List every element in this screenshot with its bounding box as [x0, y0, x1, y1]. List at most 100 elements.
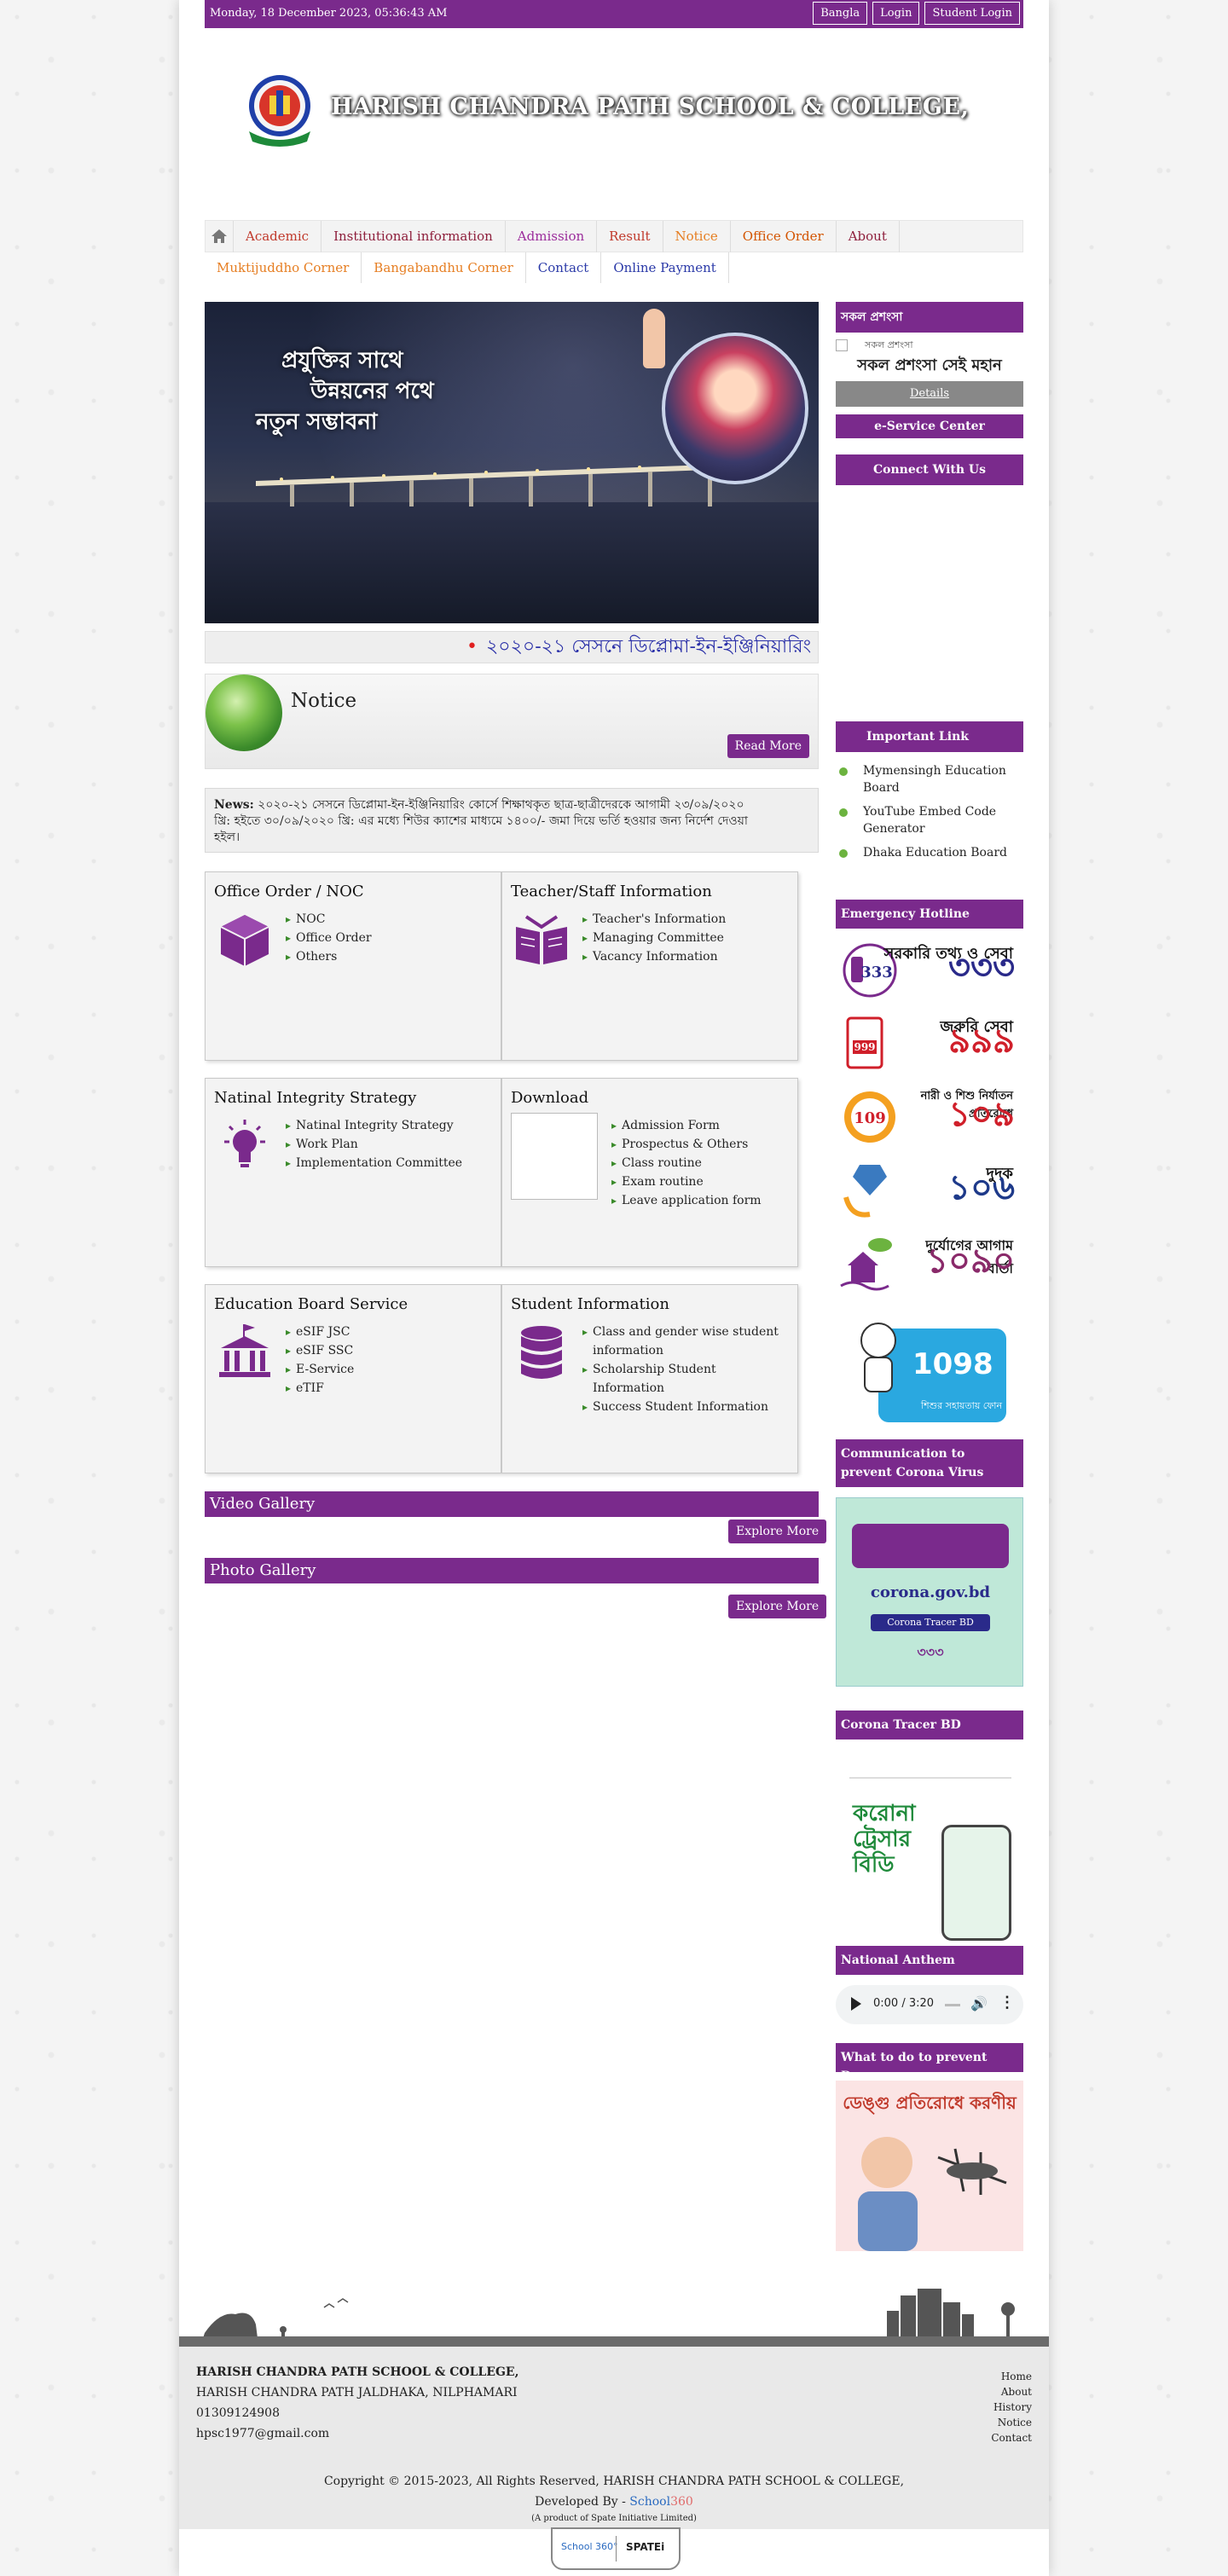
- child-helpline-number: 1098: [912, 1347, 993, 1381]
- link-dhaka-board[interactable]: Dhaka Education Board: [836, 844, 1023, 861]
- footer-developer: Developed By - School360: [179, 2492, 1049, 2512]
- panel-title: Download: [511, 1089, 589, 1107]
- footer-phone: 01309124908: [196, 2406, 280, 2420]
- emergency-service-icon: 999: [846, 1016, 883, 1069]
- student-login-button[interactable]: Student Login: [924, 2, 1020, 25]
- menu-admission[interactable]: Admission: [506, 220, 598, 252]
- list-item-etif[interactable]: eTIF: [286, 1379, 490, 1398]
- slogan-line-3: নতুন সম্ভাবনা: [256, 409, 378, 435]
- eservice-center-header[interactable]: e-Service Center: [836, 414, 1023, 438]
- menu-about[interactable]: About: [837, 220, 900, 252]
- footer-email[interactable]: hpsc1977@gmail.com: [196, 2423, 518, 2444]
- list-item-class-gender[interactable]: Class and gender wise student informatio…: [582, 1323, 787, 1360]
- child-helpline-caption: শিশুর সহায়তায় ফোন: [921, 1400, 1003, 1411]
- praise-header: সকল প্রশংসা: [836, 302, 1023, 333]
- developer-brand-badge[interactable]: School 360° SPATEi: [551, 2527, 681, 2570]
- volume-icon[interactable]: 🔊: [970, 1995, 988, 2012]
- hotline-333-number: ৩৩৩: [947, 947, 1015, 987]
- hotline-106[interactable]: দুদক ১০৬: [836, 1158, 1023, 1221]
- menu-result[interactable]: Result: [597, 220, 663, 252]
- list-item-office-order[interactable]: Office Order: [286, 929, 490, 947]
- menu-office-order[interactable]: Office Order: [731, 220, 837, 252]
- video-explore-button[interactable]: Explore More: [728, 1520, 827, 1543]
- home-icon[interactable]: [206, 220, 234, 252]
- play-icon[interactable]: [851, 1997, 861, 2011]
- list-item-scholarship[interactable]: Scholarship Student Information: [582, 1360, 787, 1398]
- details-button[interactable]: Details: [836, 381, 1023, 407]
- developer-link-school[interactable]: School: [629, 2495, 670, 2509]
- list-item-esif-ssc[interactable]: eSIF SSC: [286, 1341, 490, 1360]
- anthem-time: 0:00 / 3:20: [873, 1997, 935, 2010]
- list-item-exam-routine[interactable]: Exam routine: [611, 1172, 791, 1191]
- footer-link-contact[interactable]: Contact: [991, 2430, 1032, 2446]
- list-item-noc[interactable]: NOC: [286, 910, 490, 929]
- tracer-brand-text: করোনা ট্রেসার বিডি: [853, 1801, 916, 1878]
- bangla-button[interactable]: Bangla: [813, 2, 868, 25]
- waving-hand: [643, 309, 665, 368]
- list-item-success[interactable]: Success Student Information: [582, 1398, 787, 1416]
- list-item-class-routine[interactable]: Class routine: [611, 1154, 791, 1172]
- list-item-implementation-committee[interactable]: Implementation Committee: [286, 1154, 490, 1172]
- menu-contact[interactable]: Contact: [526, 252, 602, 283]
- list-item-esif-jsc[interactable]: eSIF JSC: [286, 1323, 490, 1341]
- school-name: HARISH CHANDRA PATH SCHOOL & COLLEGE,: [331, 94, 970, 120]
- hotline-999[interactable]: 999 জরুরি সেবা ৯৯৯: [836, 1011, 1023, 1074]
- anti-corruption-icon: [843, 1165, 887, 1218]
- hotline-109-number: ১০৯: [948, 1094, 1015, 1134]
- list-item-admission-form[interactable]: Admission Form: [611, 1116, 791, 1135]
- list-item-others[interactable]: Others: [286, 947, 490, 966]
- hotline-109[interactable]: 109 নারী ও শিশু নির্যাতন প্রতিরোধে ১০৯: [836, 1085, 1023, 1148]
- link-youtube-embed[interactable]: YouTube Embed Code Generator: [836, 803, 1023, 837]
- menu-institutional-information[interactable]: Institutional information: [321, 220, 506, 252]
- footer-copyright: Copyright © 2015-2023, All Rights Reserv…: [323, 2475, 905, 2488]
- menu-academic[interactable]: Academic: [234, 220, 322, 252]
- marquee-bullet: •: [466, 636, 478, 657]
- hotline-333[interactable]: 333 সরকারি তথ্য ও সেবা ৩৩৩: [836, 938, 1023, 1001]
- list-item-managing-committee[interactable]: Managing Committee: [582, 929, 787, 947]
- footer-school-name: HARISH CHANDRA PATH SCHOOL & COLLEGE,: [196, 2365, 519, 2379]
- list-item-leave-application[interactable]: Leave application form: [611, 1191, 791, 1210]
- hotline-1090[interactable]: দুর্যোগের আগাম বার্তা ১০৯০: [836, 1231, 1023, 1294]
- dengue-poster[interactable]: ডেঙ্গু প্রতিরোধে করণীয়: [836, 2081, 1023, 2251]
- news-text[interactable]: ২০২০-২১ সেসনে ডিপ্লোমা-ইন-ইঞ্জিনিয়ারিং …: [214, 798, 748, 844]
- menu-notice[interactable]: Notice: [663, 220, 731, 252]
- list-item-vacancy[interactable]: Vacancy Information: [582, 947, 787, 966]
- notice-read-more-button[interactable]: Read More: [727, 734, 809, 758]
- cube-icon: [220, 915, 269, 966]
- corona-site-text: corona.gov.bd: [870, 1583, 991, 1601]
- seek-bar[interactable]: [945, 2004, 960, 2006]
- office-order-list: NOC Office Order Others: [286, 910, 490, 966]
- photo-explore-button[interactable]: Explore More: [728, 1595, 827, 1618]
- footer-links: Home About History Notice Contact: [991, 2369, 1032, 2446]
- list-item-teachers-info[interactable]: Teacher's Information: [582, 910, 787, 929]
- menu-muktijuddho-corner[interactable]: Muktijuddho Corner: [205, 252, 362, 283]
- corona-app-badge: Corona Tracer BD: [871, 1614, 990, 1631]
- tracer-top-text: [849, 1751, 1011, 1779]
- corona-poster[interactable]: corona.gov.bd Corona Tracer BD ৩৩৩: [836, 1497, 1023, 1687]
- list-item-prospectus[interactable]: Prospectus & Others: [611, 1135, 791, 1154]
- school-logo[interactable]: [244, 73, 316, 148]
- footer-address: HARISH CHANDRA PATH JALDHAKA, NILPHAMARI: [196, 2386, 518, 2399]
- secondary-menu: Muktijuddho Corner Bangabandhu Corner Co…: [205, 252, 1023, 283]
- footer-address-block: HARISH CHANDRA PATH SCHOOL & COLLEGE, HA…: [196, 2362, 518, 2444]
- corona-tracer-image[interactable]: করোনা ট্রেসার বিডি: [836, 1748, 1023, 1941]
- connect-with-us-header[interactable]: Connect With Us: [836, 454, 1023, 485]
- banner-slider[interactable]: প্রযুক্তির সাথে উন্নয়নের পথে নতুন সম্ভা…: [205, 302, 819, 623]
- login-button[interactable]: Login: [872, 2, 920, 25]
- anthem-audio-player[interactable]: 0:00 / 3:20 🔊 ⋮: [836, 1985, 1023, 2024]
- developer-link-360[interactable]: 360: [670, 2495, 693, 2509]
- link-mymensingh-board[interactable]: Mymensingh Education Board: [836, 762, 1023, 796]
- list-item-integrity-strategy[interactable]: Natinal Integrity Strategy: [286, 1116, 490, 1135]
- footer-link-history[interactable]: History: [991, 2399, 1032, 2415]
- menu-bangabandhu-corner[interactable]: Bangabandhu Corner: [362, 252, 526, 283]
- menu-online-payment[interactable]: Online Payment: [601, 252, 729, 283]
- list-item-e-service[interactable]: E-Service: [286, 1360, 490, 1379]
- list-item-work-plan[interactable]: Work Plan: [286, 1135, 490, 1154]
- child-helpline-1098[interactable]: 1098 শিশুর সহায়তায় ফোন: [853, 1320, 1006, 1424]
- news-marquee[interactable]: • ২০২০-২১ সেসনে ডিপ্লোমা-ইন-ইঞ্জিনিয়ারিং…: [205, 631, 819, 663]
- footer-link-about[interactable]: About: [991, 2384, 1032, 2399]
- panel-title: Natinal Integrity Strategy: [214, 1089, 417, 1107]
- footer-link-home[interactable]: Home: [991, 2369, 1032, 2384]
- more-options-icon[interactable]: ⋮: [999, 1994, 1015, 2012]
- footer-link-notice[interactable]: Notice: [991, 2415, 1032, 2430]
